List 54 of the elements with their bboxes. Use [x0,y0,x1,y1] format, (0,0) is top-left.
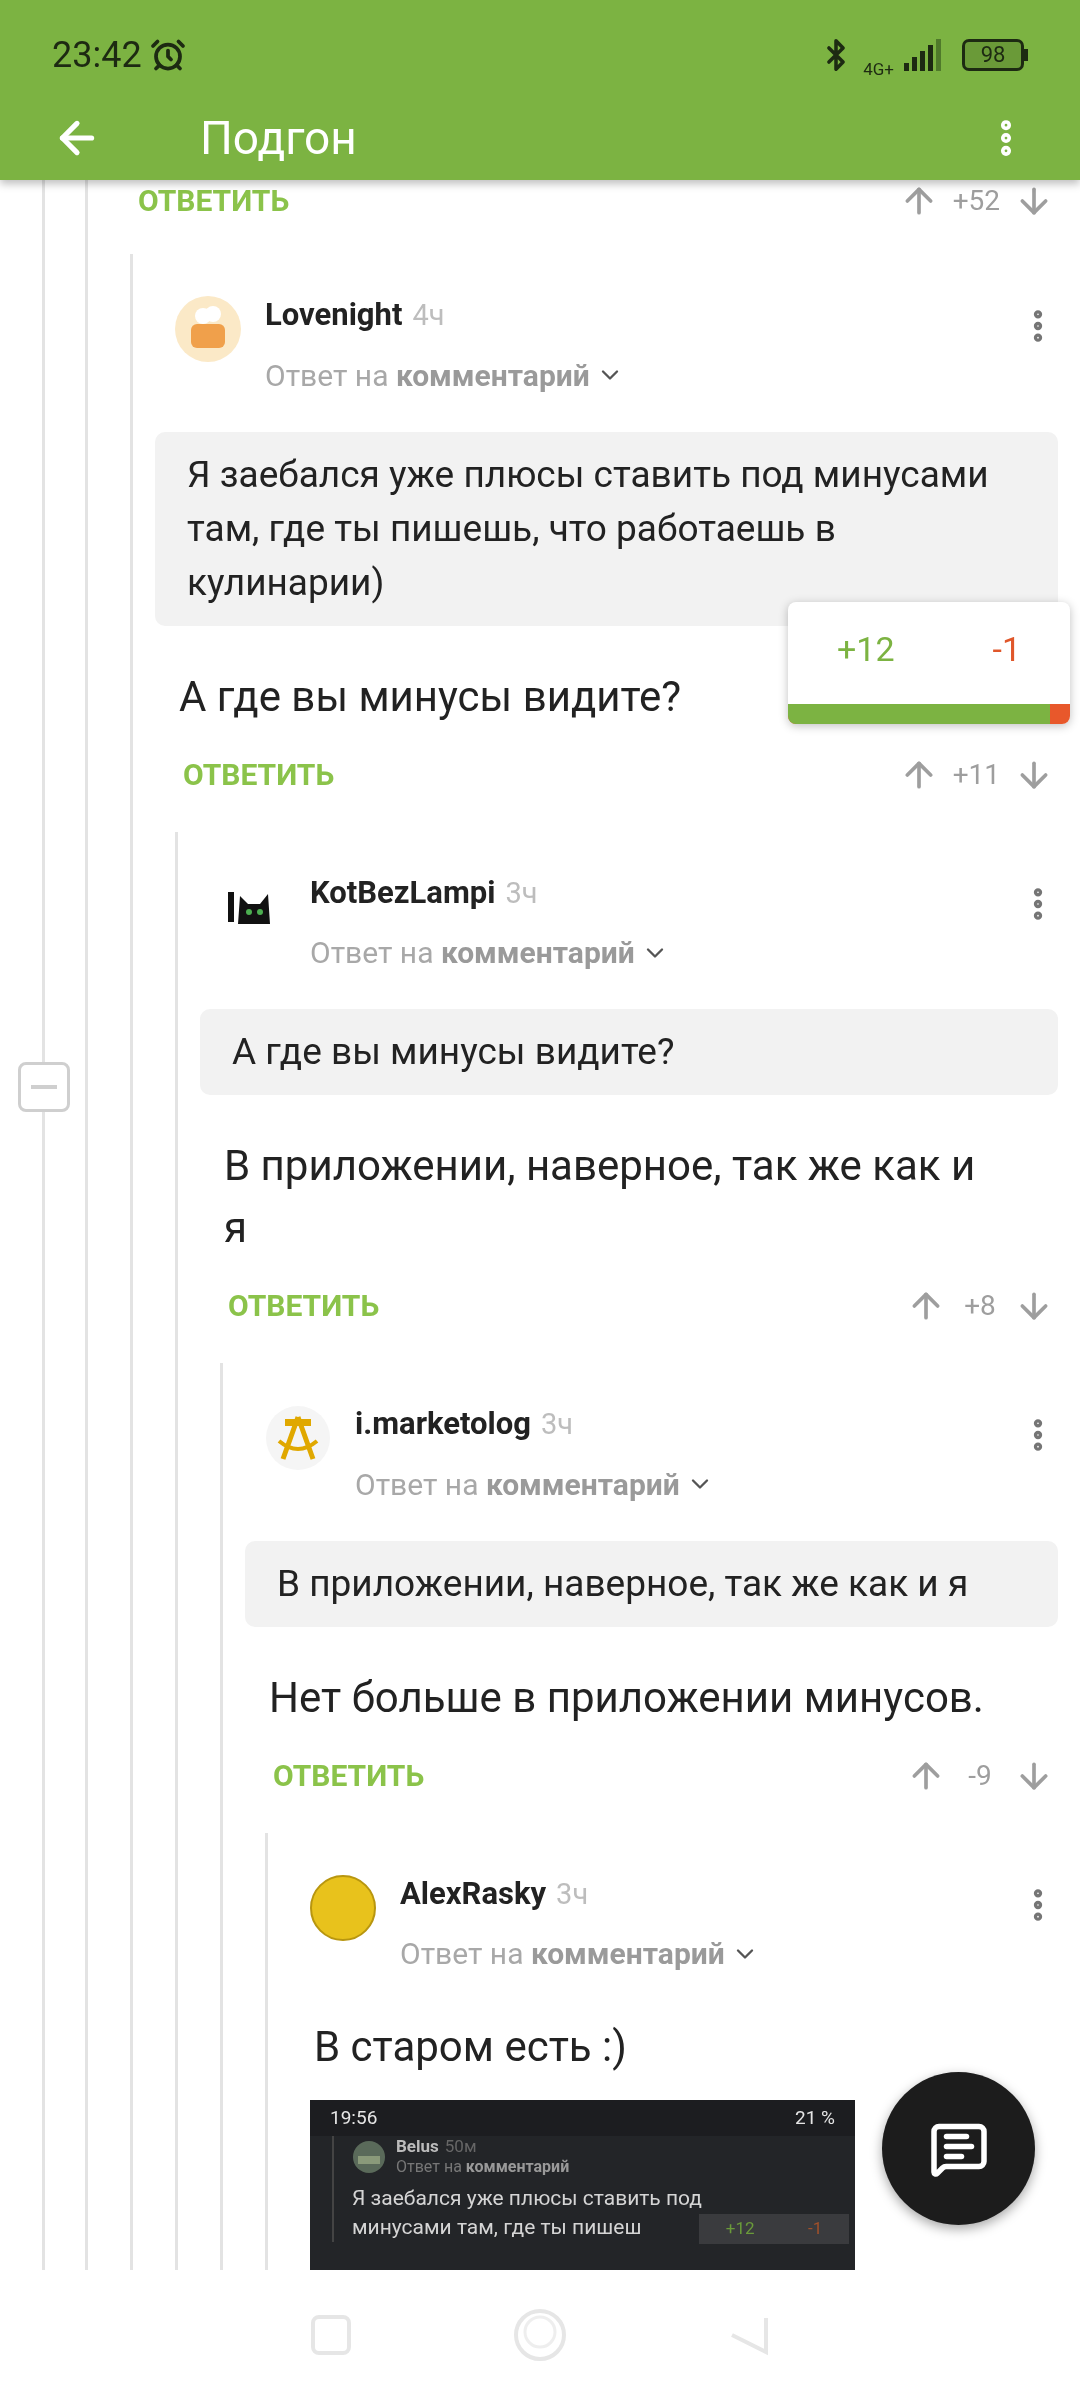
comment-score: +11 [952,756,1000,793]
battery-indicator: 98 [962,39,1024,71]
comment-score: +8 [963,1288,997,1324]
comment-age: 3ч [556,1875,589,1913]
comment-age: 3ч [541,1406,574,1443]
comment-text: А где вы минусы видите? [178,670,683,723]
quoted-comment: В приложении, наверное, так же как и я [245,1540,1058,1627]
attachment-plus: +12 [725,2217,755,2241]
avatar [310,1874,376,1941]
comment-text: В старом есть :) [313,2021,628,2073]
avatar [175,296,241,362]
author-name[interactable]: Lovenight [265,292,403,339]
collapse-button[interactable] [18,1062,70,1112]
reply-to-text: Ответ на комментарий [355,1465,680,1504]
comment-score: +52 [952,183,1000,219]
reply-to-text: Ответ на комментарий [400,1935,725,1973]
author-name[interactable]: i.marketolog [355,1401,531,1448]
author-name[interactable]: AlexRasky [400,1870,547,1917]
alarm-icon [149,37,186,73]
attachment-battery: 21 % [795,2104,835,2131]
status-time: 23:42 [52,33,142,78]
avatar [265,1405,331,1471]
comment-age: 4ч [412,297,445,334]
comment-link[interactable]: комментарий [530,1936,725,1971]
attachment-text-line: Я заебался уже плюсы ставить под [352,2185,702,2212]
comment-text: В приложении, наверное, так же как и я [223,1140,977,1254]
reply-button[interactable]: ОТВЕТИТЬ [183,759,335,790]
network-type: 4G+ [863,60,894,78]
reply-button[interactable]: ОТВЕТИТЬ [273,1760,425,1791]
signal-icon [904,39,944,71]
attachment-avatar [352,2140,386,2174]
attachment-time: 19:56 [330,2104,378,2131]
attachment-text-line: минусами там, где ты пишеш [352,2214,643,2241]
comment-link[interactable]: комментарий [395,357,590,393]
comment-link[interactable]: комментарий [440,935,635,970]
attachment-author: Belus [396,2136,439,2156]
comment-age: 3ч [505,874,538,912]
author-name[interactable]: KotBezLampi [310,869,496,916]
comment-link[interactable]: комментарий [485,1466,680,1502]
plus-votes: +12 [837,627,895,671]
comment-score: -9 [967,1757,993,1794]
reply-button[interactable]: ОТВЕТИТЬ [138,186,290,216]
minus-votes: -1 [992,627,1021,671]
comment-text: Нет больше в приложении минусов. [268,1671,985,1724]
quoted-comment: Я заебался уже плюсы ставить под минусами там, где ты пишешь, что работаешь в кулинарии) [155,431,1058,626]
reply-to-text: Ответ на комментарий [265,356,590,395]
attachment-age: 50м [444,2136,477,2156]
reply-button[interactable]: ОТВЕТИТЬ [228,1291,380,1321]
quoted-comment: А где вы минусы видите? [200,1009,1058,1095]
reply-to-text: Ответ на комментарий [310,934,635,972]
comment-fab[interactable] [882,2072,1035,2225]
attachment-reply-text: Ответ на комментарий [396,2156,570,2178]
attachment-minus: -1 [808,2217,823,2241]
toolbar-title: Подгон [200,109,358,167]
